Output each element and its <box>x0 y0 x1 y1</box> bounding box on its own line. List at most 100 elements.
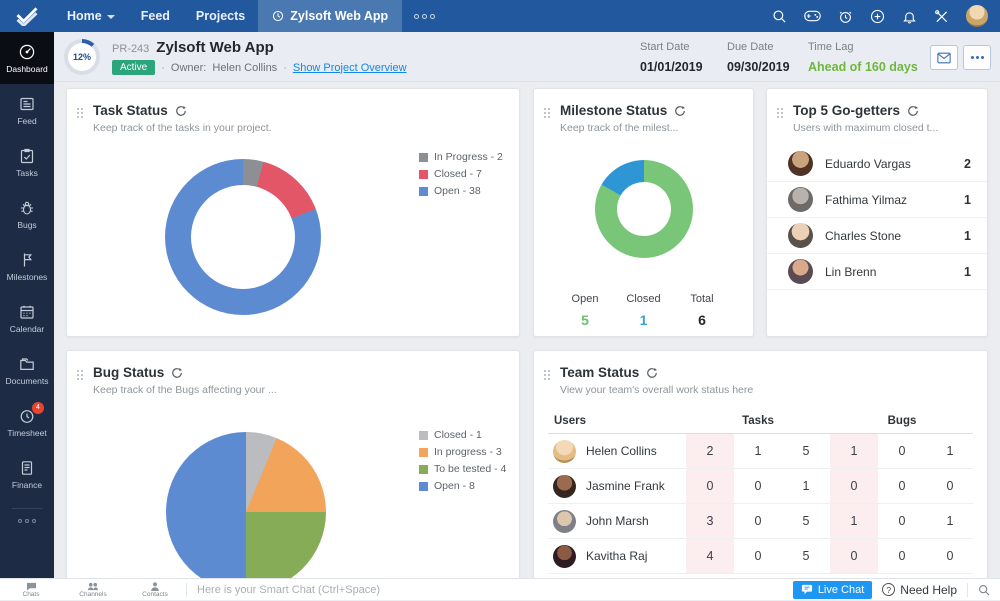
task-count-cell[interactable]: 4 <box>686 539 734 573</box>
task-count-cell[interactable]: 2 <box>686 434 734 468</box>
open-value[interactable]: 5 <box>556 312 614 328</box>
user-name: Kavitha Raj <box>586 549 647 563</box>
milestone-status-donut-chart[interactable] <box>595 160 693 258</box>
bug-count-cell[interactable]: 1 <box>926 434 974 468</box>
nav-projects-label: Projects <box>196 9 245 23</box>
nav-home[interactable]: Home <box>54 0 128 32</box>
bug-count-cell[interactable]: 0 <box>830 469 878 503</box>
task-count-cell[interactable]: 5 <box>782 434 830 468</box>
tab-zylsoft-web-app[interactable]: Zylsoft Web App <box>258 0 402 32</box>
chat-search-icon[interactable] <box>978 584 990 596</box>
bug-count-cell[interactable]: 0 <box>926 539 974 573</box>
add-plus-circle-icon[interactable] <box>870 9 885 24</box>
total-value[interactable]: 6 <box>673 312 731 328</box>
task-status-donut-chart[interactable] <box>165 159 321 315</box>
timesheet-clock-icon: 4 <box>18 407 36 425</box>
bug-count-cell[interactable]: 1 <box>830 434 878 468</box>
more-tabs-icon[interactable] <box>402 0 447 32</box>
task-count-cell[interactable]: 0 <box>686 469 734 503</box>
nav-projects[interactable]: Projects <box>183 0 258 32</box>
user-cell[interactable]: Helen Collins <box>548 440 686 463</box>
task-count-cell[interactable]: 1 <box>734 434 782 468</box>
setup-tools-icon[interactable] <box>934 9 949 24</box>
zoho-projects-logo[interactable] <box>0 7 54 26</box>
refresh-icon[interactable] <box>674 105 686 117</box>
drag-handle-icon[interactable] <box>543 107 550 118</box>
task-count-cell[interactable]: 5 <box>782 539 830 573</box>
need-help-button[interactable]: ? Need Help <box>882 583 957 597</box>
bug-status-pie-chart[interactable] <box>166 432 326 592</box>
bug-count-cell[interactable]: 0 <box>926 469 974 503</box>
task-count-cell[interactable]: 0 <box>734 469 782 503</box>
bug-count-cell[interactable]: 1 <box>926 504 974 538</box>
bug-count-cell[interactable]: 0 <box>878 469 926 503</box>
dot-separator: · <box>283 62 287 74</box>
closed-value[interactable]: 1 <box>615 312 673 328</box>
milestone-summary: Open 5 Closed 1 Total 6 <box>534 293 753 328</box>
drag-handle-icon[interactable] <box>76 369 83 380</box>
refresh-icon[interactable] <box>646 367 658 379</box>
sidebar-item-documents[interactable]: Documents <box>0 344 54 396</box>
user-avatar[interactable] <box>966 5 988 27</box>
sidebar-more-icon[interactable] <box>0 519 54 523</box>
header-more-button[interactable] <box>963 45 991 70</box>
channels-label: Channels <box>79 591 106 598</box>
bug-count-cell[interactable]: 0 <box>878 539 926 573</box>
smart-chat-input[interactable] <box>187 584 793 596</box>
timesheet-badge: 4 <box>32 402 44 414</box>
reminder-clock-icon[interactable] <box>838 9 853 24</box>
refresh-icon[interactable] <box>171 367 183 379</box>
task-count-cell[interactable]: 5 <box>782 504 830 538</box>
contacts-tab[interactable]: Contacts <box>124 579 186 601</box>
go-getter-row[interactable]: Fathima Yilmaz 1 <box>767 182 987 218</box>
search-icon[interactable] <box>772 9 787 24</box>
card-title: Top 5 Go-getters <box>793 103 900 118</box>
notifications-bell-icon[interactable] <box>902 9 917 24</box>
task-count-cell[interactable]: 1 <box>782 469 830 503</box>
drag-handle-icon[interactable] <box>76 107 83 118</box>
show-project-overview-link[interactable]: Show Project Overview <box>293 62 407 74</box>
user-cell[interactable]: John Marsh <box>548 510 686 533</box>
drag-handle-icon[interactable] <box>776 107 783 118</box>
refresh-icon[interactable] <box>907 105 919 117</box>
drag-handle-icon[interactable] <box>543 369 550 380</box>
legend-label: Closed - 7 <box>434 168 482 180</box>
sidebar-item-dashboard[interactable]: Dashboard <box>0 32 54 84</box>
table-row: Jasmine Frank 0 0 1 0 0 0 <box>548 469 973 504</box>
bug-count-cell[interactable]: 0 <box>830 539 878 573</box>
table-row: Kavitha Raj 4 0 5 0 0 0 <box>548 539 973 574</box>
task-count-cell[interactable]: 0 <box>734 504 782 538</box>
sidebar-item-calendar[interactable]: Calendar <box>0 292 54 344</box>
legend-item: Open - 38 <box>419 185 503 197</box>
send-invite-button[interactable] <box>930 45 958 70</box>
bug-count-cell[interactable]: 0 <box>878 434 926 468</box>
milestone-open-stat: Open 5 <box>556 293 614 328</box>
user-cell[interactable]: Jasmine Frank <box>548 475 686 498</box>
go-getter-row[interactable]: Lin Brenn 1 <box>767 254 987 290</box>
sidebar-item-timesheet[interactable]: 4 Timesheet <box>0 396 54 448</box>
refresh-icon[interactable] <box>175 105 187 117</box>
chats-tab[interactable]: Chats <box>0 579 62 601</box>
go-getter-row[interactable]: Eduardo Vargas 2 <box>767 146 987 182</box>
legend-label: To be tested - 4 <box>434 463 506 475</box>
bug-count-cell[interactable]: 1 <box>830 504 878 538</box>
channels-tab[interactable]: Channels <box>62 579 124 601</box>
games-controller-icon[interactable] <box>804 10 821 22</box>
recent-clock-icon <box>272 10 284 22</box>
sidebar-item-bugs[interactable]: Bugs <box>0 188 54 240</box>
sidebar-item-finance[interactable]: Finance <box>0 448 54 500</box>
start-date-label: Start Date <box>640 41 703 53</box>
go-getter-row[interactable]: Charles Stone 1 <box>767 218 987 254</box>
sidebar-item-tasks[interactable]: Tasks <box>0 136 54 188</box>
bug-count-cell[interactable]: 0 <box>878 504 926 538</box>
sidebar-item-feed[interactable]: Feed <box>0 84 54 136</box>
task-count-cell[interactable]: 3 <box>686 504 734 538</box>
user-cell[interactable]: Kavitha Raj <box>548 545 686 568</box>
start-date-value: 01/01/2019 <box>640 60 703 74</box>
sidebar-item-milestones[interactable]: Milestones <box>0 240 54 292</box>
legend-label: Open - 8 <box>434 480 475 492</box>
nav-feed[interactable]: Feed <box>128 0 183 32</box>
table-row: John Marsh 3 0 5 1 0 1 <box>548 504 973 539</box>
live-chat-button[interactable]: Live Chat <box>793 581 872 599</box>
task-count-cell[interactable]: 0 <box>734 539 782 573</box>
